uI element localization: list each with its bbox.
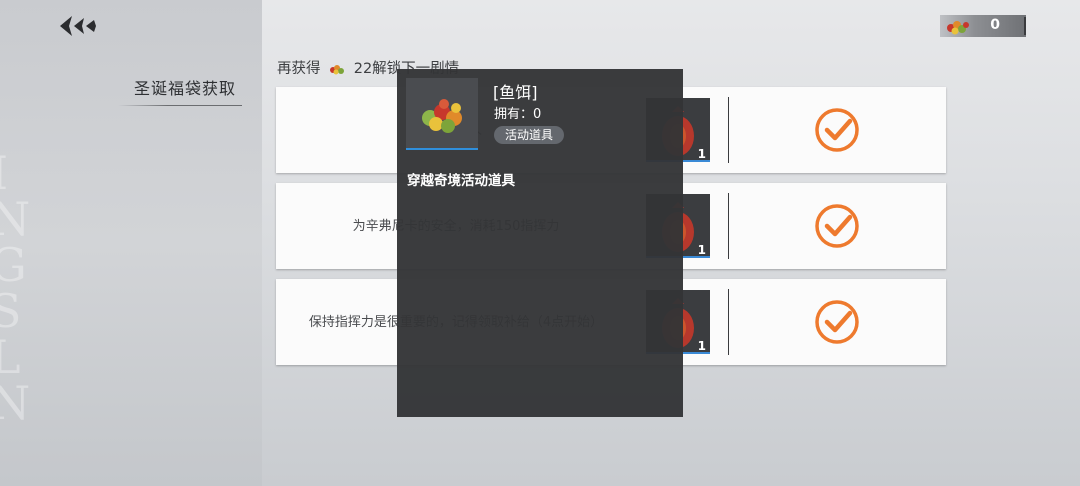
back-arrow-icon [60,16,96,36]
left-panel: INGSLN [0,0,262,486]
sidebar-item-label: 圣诞福袋获取 [133,79,236,98]
item-name: [鱼饵] [493,83,538,102]
reward-count: 1 [697,243,706,257]
reward-count: 1 [697,339,706,353]
checkmark-icon [815,204,859,248]
item-tooltip[interactable]: [鱼饵] 拥有：0 活动道具 穿越奇境活动道具 [397,69,683,417]
selected-underline [118,105,242,106]
divider [728,193,729,259]
fish-bait-icon [330,65,345,75]
item-type-tag: 活动道具 [494,126,565,144]
currency-divider [1024,17,1026,35]
item-description: 穿越奇境活动道具 [407,173,515,189]
fish-bait-icon [422,99,462,133]
fish-bait-icon [947,21,969,35]
checkmark-icon [815,108,859,152]
item-icon-frame [406,78,478,150]
back-button[interactable] [58,12,100,40]
rarity-bar [406,148,478,150]
divider [728,97,729,163]
currency-amount: 0 [990,17,1000,33]
sidebar-item-christmas-bag[interactable]: 圣诞福袋获取 [118,76,242,106]
checkmark-icon [815,300,859,344]
reward-count: 1 [697,147,706,161]
item-owned-count: 拥有：0 [494,107,542,122]
currency-display: 0 [940,15,1026,37]
decorative-watermark: INGSLN [0,150,31,430]
unlock-prefix: 再获得 [277,61,321,77]
divider [728,289,729,355]
